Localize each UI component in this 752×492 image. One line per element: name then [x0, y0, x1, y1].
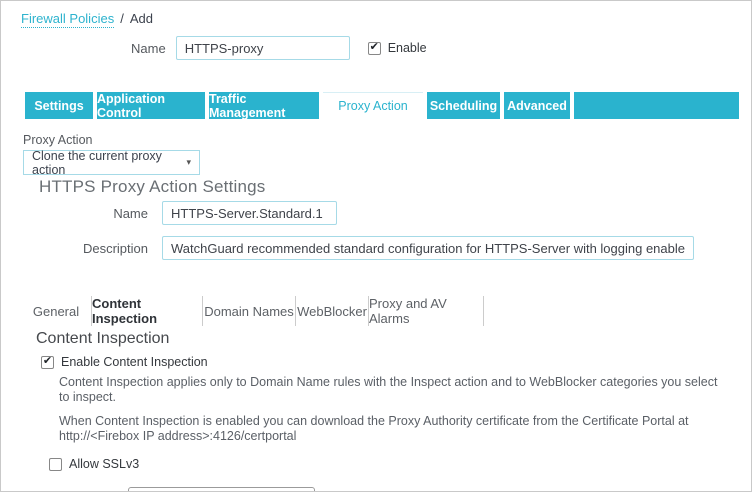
- enable-content-inspection-checkbox[interactable]: ✔: [41, 354, 54, 369]
- policy-name-label: Name: [131, 40, 166, 56]
- subtab-content-inspection[interactable]: Content Inspection: [92, 296, 203, 326]
- proxy-action-sub-tab-bar: General Content Inspection Domain Names …: [21, 296, 484, 326]
- https-proxy-action-settings-heading: HTTPS Proxy Action Settings: [39, 177, 266, 196]
- proxy-action-name-input[interactable]: [162, 201, 337, 225]
- proxy-action-name-label: Name: [113, 205, 148, 221]
- checkmark-icon: ✔: [369, 40, 379, 53]
- firewall-policy-add-page: Firewall Policies / Add Name ✔ Enable Se…: [0, 0, 752, 492]
- main-tab-bar: Settings Application Control Traffic Man…: [25, 92, 739, 120]
- tab-scheduling[interactable]: Scheduling: [427, 92, 500, 119]
- allow-sslv3-row: ✔ Allow SSLv3: [49, 457, 139, 471]
- enable-content-inspection-row: ✔ Enable Content Inspection: [41, 355, 208, 369]
- tab-bar-filler: [574, 92, 739, 119]
- tab-application-control[interactable]: Application Control: [97, 92, 205, 120]
- tab-advanced[interactable]: Advanced: [504, 92, 570, 119]
- caret-down-icon: ▾: [186, 157, 191, 167]
- breadcrumb-current: Add: [129, 11, 153, 26]
- proxy-action-description-label: Description: [82, 240, 148, 256]
- proxy-action-description-row: Description: [1, 236, 694, 260]
- proxy-action-label: Proxy Action: [23, 133, 93, 147]
- clone-proxy-action-selected-value: Clone the current proxy action: [32, 148, 162, 177]
- breadcrumb-firewall-policies-link[interactable]: Firewall Policies: [21, 11, 115, 28]
- tab-proxy-action[interactable]: Proxy Action: [323, 92, 423, 119]
- subtab-domain-names[interactable]: Domain Names: [203, 296, 296, 326]
- policy-name-input[interactable]: [175, 36, 350, 60]
- enable-content-inspection-label: Enable Content Inspection: [61, 355, 208, 369]
- breadcrumb: Firewall Policies / Add: [21, 11, 153, 28]
- tab-traffic-management[interactable]: Traffic Management: [209, 92, 319, 120]
- allow-sslv3-label: Allow SSLv3: [69, 457, 140, 471]
- clone-proxy-action-select[interactable]: Clone the current proxy action ▾: [23, 148, 200, 177]
- ci-proxy-action-row: Proxy Action HTTP-Server.Standard.1 ▾: [46, 487, 316, 491]
- enable-policy-checkbox[interactable]: ✔: [367, 40, 381, 55]
- enable-policy-label: Enable: [387, 41, 427, 55]
- allow-sslv3-checkbox[interactable]: ✔: [49, 457, 62, 471]
- proxy-action-name-row: Name: [1, 201, 337, 225]
- ci-proxy-action-select[interactable]: HTTP-Server.Standard.1 ▾: [128, 487, 316, 491]
- content-inspection-info-text-1: Content Inspection applies only to Domai…: [59, 375, 718, 404]
- breadcrumb-separator: /: [120, 11, 124, 26]
- policy-name-row: Name ✔ Enable: [131, 36, 427, 60]
- proxy-action-description-input[interactable]: [162, 236, 694, 260]
- content-inspection-info-text-2: When Content Inspection is enabled you c…: [59, 414, 689, 443]
- checkmark-icon: ✔: [42, 354, 53, 367]
- subtab-proxy-and-av-alarms[interactable]: Proxy and AV Alarms: [369, 296, 484, 326]
- tab-settings[interactable]: Settings: [25, 92, 93, 119]
- subtab-webblocker[interactable]: WebBlocker: [296, 296, 369, 326]
- content-inspection-heading: Content Inspection: [36, 330, 170, 347]
- enable-policy-row: ✔ Enable: [367, 40, 427, 55]
- subtab-general[interactable]: General: [21, 296, 92, 326]
